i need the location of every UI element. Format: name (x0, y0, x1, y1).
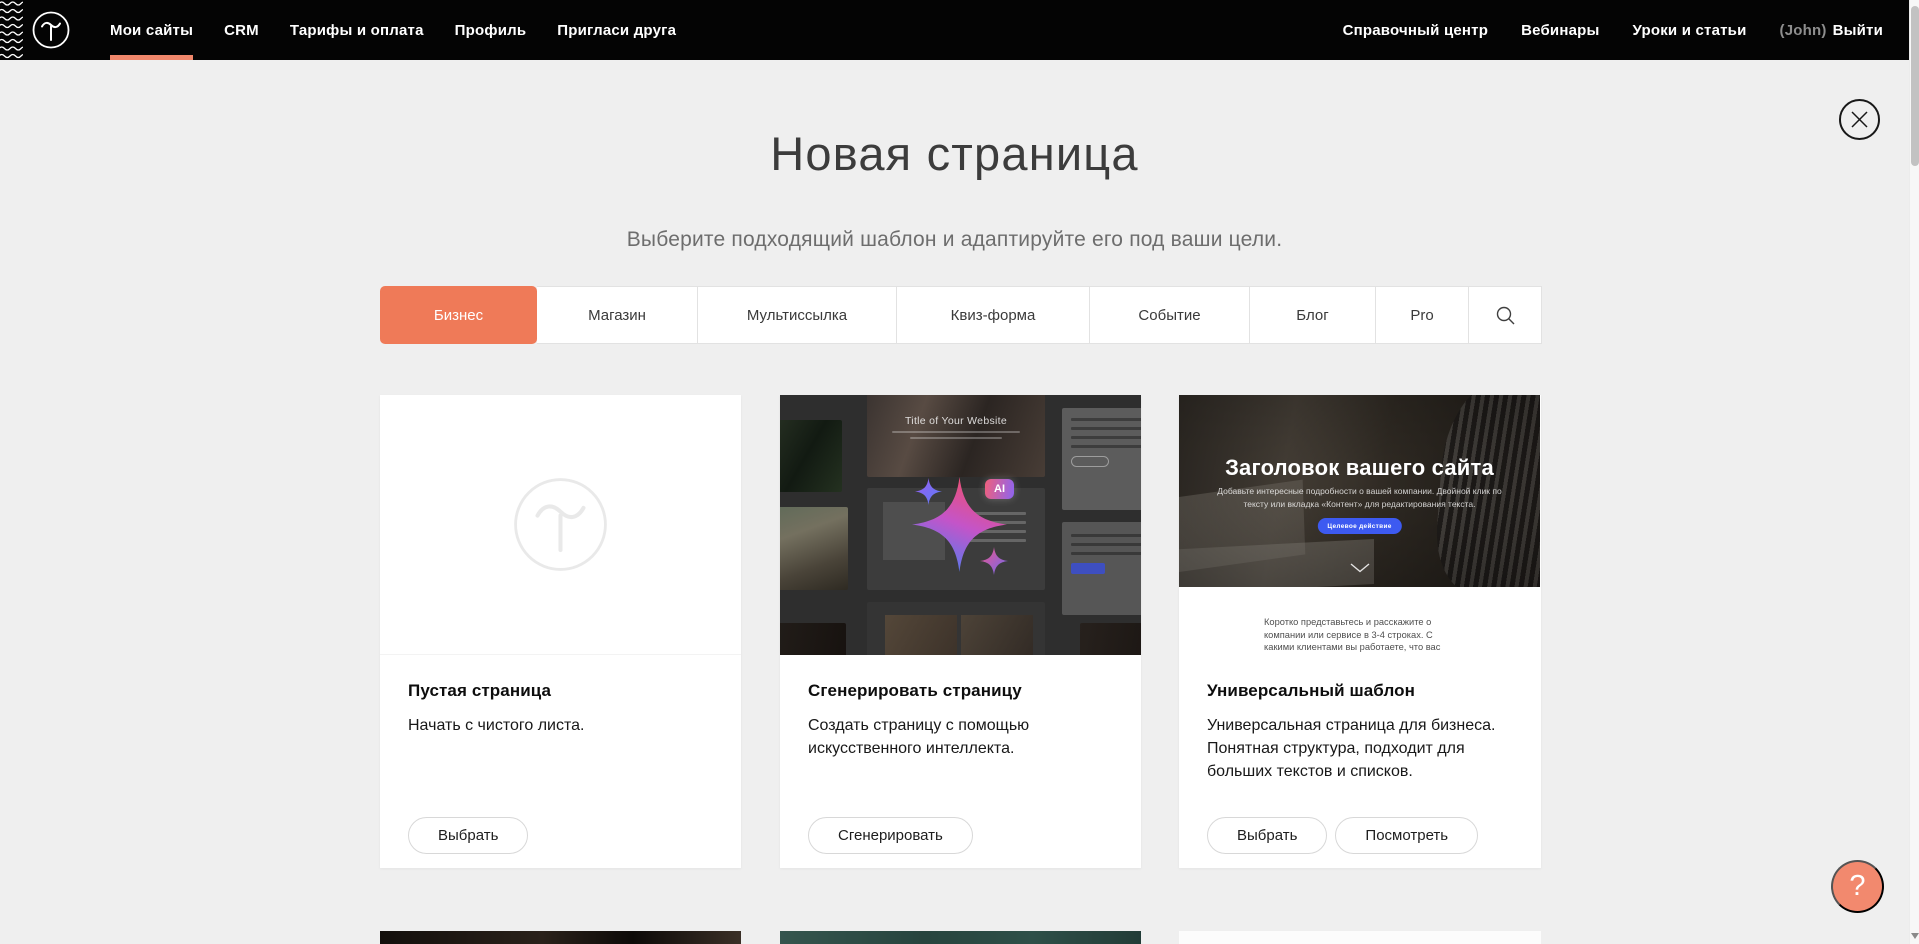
template-hero: Заголовок вашего сайта Добавьте интересн… (1179, 395, 1540, 587)
blank-page-preview[interactable] (380, 395, 741, 655)
tab-blog[interactable]: Блог (1250, 286, 1376, 344)
tab-quiz-form[interactable]: Квиз-форма (897, 286, 1090, 344)
nav-item-profile[interactable]: Профиль (455, 0, 527, 60)
primary-menu: Мои сайты CRM Тарифы и оплата Профиль Пр… (110, 0, 676, 60)
page-title: Новая страница (0, 126, 1909, 181)
tilda-watermark-icon (512, 476, 609, 573)
template-headline: Заголовок вашего сайта (1179, 455, 1540, 481)
choose-button[interactable]: Выбрать (408, 817, 528, 854)
next-row-card-preview[interactable] (380, 931, 741, 944)
template-card-blank: Пустая страница Начать с чистого листа. … (380, 395, 741, 868)
collage-content-block (867, 488, 1045, 590)
tab-search[interactable] (1469, 286, 1542, 344)
template-card-ai-generate: Title of Your Website (780, 395, 1141, 868)
choose-button[interactable]: Выбрать (1207, 817, 1327, 854)
nav-item-lessons[interactable]: Уроки и статьи (1633, 0, 1747, 60)
template-card-universal: Заголовок вашего сайта Добавьте интересн… (1179, 395, 1541, 868)
ai-generate-preview[interactable]: Title of Your Website (780, 395, 1141, 655)
nav-item-logout[interactable]: (John) Выйти (1780, 0, 1883, 60)
card-description: Создать страницу с помощью искусственног… (808, 714, 1108, 760)
template-subtext: Добавьте интересные подробности о вашей … (1211, 485, 1507, 511)
card-description: Универсальная страница для бизнеса. Поня… (1207, 714, 1507, 784)
scrollbar-thumb[interactable] (1911, 6, 1919, 166)
user-name: (John) (1780, 22, 1827, 39)
search-icon (1495, 305, 1516, 326)
generate-button[interactable]: Сгенерировать (808, 817, 973, 854)
template-category-tabs: Бизнес Магазин Мультиссылка Квиз-форма С… (380, 286, 1542, 344)
scrollbar[interactable] (1909, 0, 1919, 944)
nav-item-webinars[interactable]: Вебинары (1521, 0, 1599, 60)
chevron-down-icon (1350, 563, 1370, 573)
logout-label: Выйти (1833, 22, 1883, 39)
wave-pattern-decoration (0, 0, 23, 60)
tab-business[interactable]: Бизнес (380, 286, 537, 344)
collage-text-block (1062, 408, 1141, 510)
ai-badge: AI (985, 479, 1014, 499)
collage-photo (780, 420, 842, 492)
help-button[interactable]: ? (1831, 860, 1884, 913)
tab-store[interactable]: Магазин (537, 286, 698, 344)
collage-photo (780, 623, 846, 655)
collage-photo (780, 507, 848, 590)
collage-about-block (1062, 522, 1141, 615)
collage-photo (1080, 623, 1141, 655)
nav-item-invite-friend[interactable]: Пригласи друга (557, 0, 676, 60)
template-cta-button: Целевое действие (1317, 518, 1401, 534)
collage-heading: Title of Your Website (867, 415, 1045, 427)
template-body-text: Коротко представьтесь и расскажите о ком… (1264, 616, 1458, 655)
page-subtitle: Выберите подходящий шаблон и адаптируйте… (0, 228, 1909, 252)
universal-template-preview[interactable]: Заголовок вашего сайта Добавьте интересн… (1179, 395, 1541, 655)
next-row-card-preview[interactable] (1179, 931, 1541, 944)
secondary-menu: Справочный центр Вебинары Уроки и статьи… (1343, 0, 1883, 60)
next-row-card-preview[interactable] (780, 931, 1141, 944)
tilda-logo[interactable] (32, 11, 70, 49)
close-button[interactable] (1839, 99, 1880, 140)
close-icon (1851, 111, 1868, 128)
top-navigation-bar: Мои сайты CRM Тарифы и оплата Профиль Пр… (0, 0, 1919, 60)
nav-item-help-center[interactable]: Справочный центр (1343, 0, 1489, 60)
tab-multilink[interactable]: Мультиссылка (698, 286, 897, 344)
card-title: Пустая страница (408, 681, 713, 701)
scroll-down-arrow[interactable] (1910, 933, 1919, 941)
nav-item-my-sites[interactable]: Мои сайты (110, 0, 193, 60)
view-button[interactable]: Посмотреть (1335, 817, 1478, 854)
collage-hero-block: Title of Your Website (867, 395, 1045, 477)
nav-item-crm[interactable]: CRM (224, 0, 259, 60)
collage-gallery-block (867, 602, 1045, 655)
card-info: Сгенерировать страницу Создать страницу … (780, 655, 1141, 868)
card-title: Универсальный шаблон (1207, 681, 1513, 701)
tab-pro[interactable]: Pro (1376, 286, 1469, 344)
nav-item-pricing[interactable]: Тарифы и оплата (290, 0, 424, 60)
card-info: Пустая страница Начать с чистого листа. … (380, 655, 741, 868)
card-description: Начать с чистого листа. (408, 714, 708, 737)
card-info: Универсальный шаблон Универсальная стран… (1179, 655, 1541, 868)
card-title: Сгенерировать страницу (808, 681, 1113, 701)
tab-event[interactable]: Событие (1090, 286, 1250, 344)
